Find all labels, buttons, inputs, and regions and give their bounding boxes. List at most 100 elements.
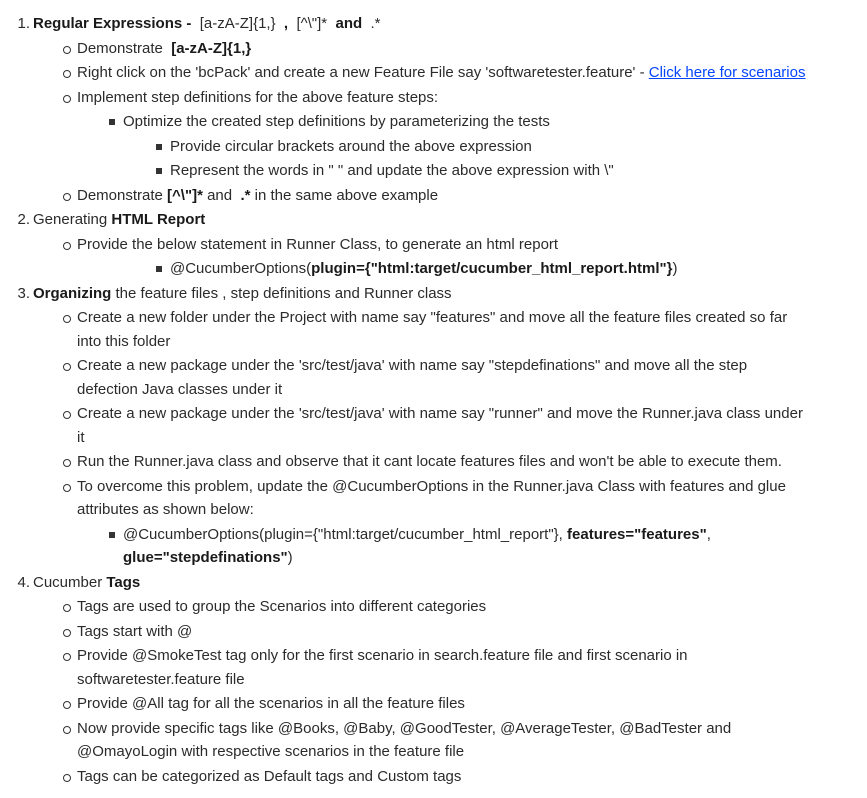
text: Provide @SmokeTest tag only for the firs…	[77, 647, 688, 664]
text-line: Create a new folder under the Project wi…	[77, 306, 867, 330]
text: .*	[366, 15, 381, 32]
list-item: 3. Organizing the feature files , step de…	[0, 282, 867, 306]
text: and	[202, 186, 241, 204]
text-line: Regular Expressions - [a-zA-Z]{1,} , [^\…	[33, 12, 867, 36]
circle-bullet-icon	[63, 363, 71, 371]
bold-text: Tags	[106, 573, 141, 591]
list-item: Now provide specific tags like @Books, @…	[0, 717, 867, 764]
text: ,	[706, 525, 711, 543]
circle-bullet-icon	[63, 459, 71, 467]
list-item: @CucumberOptions(plugin={"html:target/cu…	[0, 523, 867, 570]
bold-text: glue="stepdefinations"	[123, 549, 288, 566]
text: @OmayoLogin with respective scenarios in…	[77, 743, 465, 760]
list-item: Demonstrate [a-zA-Z]{1,}	[0, 37, 867, 61]
text: attributes as shown below:	[77, 501, 254, 518]
text: Generating	[33, 211, 112, 228]
text: softwaretester.feature file	[77, 670, 245, 688]
text: )	[672, 260, 678, 277]
text: To overcome this problem, update the @Cu…	[77, 477, 786, 495]
text-line: Implement step definitions for the above…	[77, 86, 867, 110]
square-bullet-icon	[109, 119, 115, 125]
text-line: attributes as shown below:	[77, 498, 867, 522]
circle-bullet-icon	[63, 701, 71, 709]
bold-text: Regular Expressions -	[33, 15, 196, 32]
square-bullet-icon	[156, 168, 162, 174]
scenarios-link[interactable]: Click here for scenarios	[649, 64, 806, 81]
list-item: Create a new package under the 'src/test…	[0, 402, 867, 449]
bold-text: .*	[240, 186, 251, 204]
text: Create a new package under the 'src/test…	[77, 405, 803, 422]
circle-bullet-icon	[63, 411, 71, 419]
text-line: @OmayoLogin with respective scenarios in…	[77, 740, 867, 764]
list-item: Tags can be categorized as Default tags …	[0, 765, 867, 789]
text-line: Demonstrate [^\"]* and .* in the same ab…	[77, 184, 867, 208]
text: it	[77, 428, 85, 446]
list-item: Provide @SmokeTest tag only for the firs…	[0, 644, 867, 691]
document-body: 1. Regular Expressions - [a-zA-Z]{1,} , […	[0, 0, 867, 788]
circle-bullet-icon	[63, 70, 71, 78]
text: Tags start with @	[77, 622, 193, 640]
list-number: 3.	[17, 284, 30, 302]
list-item: Right click on the 'bcPack' and create a…	[0, 61, 867, 85]
square-bullet-icon	[156, 266, 162, 272]
bold-text: Organizing	[33, 284, 112, 302]
text: Tags can be categorized as Default tags …	[77, 767, 462, 785]
text-line: it	[77, 426, 867, 450]
list-item: Demonstrate [^\"]* and .* in the same ab…	[0, 184, 867, 208]
text-line: glue="stepdefinations")	[123, 546, 867, 570]
text-line: into this folder	[77, 330, 867, 354]
bold-text: [^\"]*	[167, 186, 203, 204]
square-bullet-icon	[156, 143, 162, 150]
text-line: Provide circular brackets around the abo…	[170, 135, 867, 159]
text: Demonstrate	[77, 186, 168, 204]
text-line: Optimize the created step definitions by…	[123, 110, 867, 134]
list-item: Implement step definitions for the above…	[0, 86, 867, 110]
text-line: Demonstrate [a-zA-Z]{1,}	[77, 37, 867, 61]
text-line: Right click on the 'bcPack' and create a…	[77, 61, 867, 85]
text-line: Create a new package under the 'src/test…	[77, 354, 867, 378]
circle-bullet-icon	[63, 773, 71, 782]
text-line: @CucumberOptions(plugin={"html:target/cu…	[170, 257, 867, 281]
list-item: Create a new package under the 'src/test…	[0, 354, 867, 401]
list-item: Tags start with @	[0, 620, 867, 644]
circle-bullet-icon	[63, 725, 71, 734]
bold-text: plugin={"html:target/cucumber_html_repor…	[311, 260, 673, 277]
bold-text: HTML Report	[111, 211, 206, 228]
text: Cucumber	[33, 573, 107, 591]
text-line: Tags can be categorized as Default tags …	[77, 765, 867, 789]
circle-bullet-icon	[63, 628, 71, 637]
circle-bullet-icon	[63, 241, 71, 250]
list-item: Run the Runner.java class and observe th…	[0, 450, 867, 474]
text: Tags are used to group the Scenarios int…	[77, 598, 487, 615]
text: Now provide specific tags like @Books, @…	[77, 719, 732, 737]
text: Right click on the 'bcPack' and create a…	[77, 64, 649, 81]
text-line: Represent the words in " " and update th…	[170, 159, 867, 183]
text-line: Organizing the feature files , step defi…	[33, 282, 867, 306]
text: Demonstrate	[77, 39, 172, 57]
circle-bullet-icon	[63, 192, 71, 201]
list-number: 1.	[17, 15, 30, 32]
text: Provide the below statement in Runner Cl…	[77, 235, 559, 253]
text-line: Cucumber Tags	[33, 571, 867, 595]
text: @CucumberOptions(	[170, 260, 312, 277]
text-line: To overcome this problem, update the @Cu…	[77, 475, 867, 499]
list-item: Create a new folder under the Project wi…	[0, 306, 867, 353]
circle-bullet-icon	[63, 315, 71, 323]
text-line: Provide @All tag for all the scenarios i…	[77, 692, 867, 716]
square-bullet-icon	[109, 531, 115, 538]
list-item: Provide @All tag for all the scenarios i…	[0, 692, 867, 716]
text: Provide @All tag for all the scenarios i…	[77, 695, 465, 712]
text-line: softwaretester.feature file	[77, 668, 867, 692]
text-line: Create a new package under the 'src/test…	[77, 402, 867, 426]
text: Run the Runner.java class and observe th…	[77, 453, 782, 470]
text: @CucumberOptions(plugin={"html:target/cu…	[123, 525, 568, 543]
circle-bullet-icon	[63, 94, 71, 103]
text: Create a new folder under the Project wi…	[77, 309, 788, 326]
list-item: 2. Generating HTML Report	[0, 208, 867, 232]
list-item: 1. Regular Expressions - [a-zA-Z]{1,} , […	[0, 12, 867, 36]
text: Represent the words in " " and update th…	[170, 162, 614, 179]
bold-text: [a-zA-Z]{1,}	[171, 39, 252, 57]
list-item: @CucumberOptions(plugin={"html:target/cu…	[0, 257, 867, 281]
list-item: To overcome this problem, update the @Cu…	[0, 475, 867, 522]
text: [^\"]*	[296, 15, 332, 32]
